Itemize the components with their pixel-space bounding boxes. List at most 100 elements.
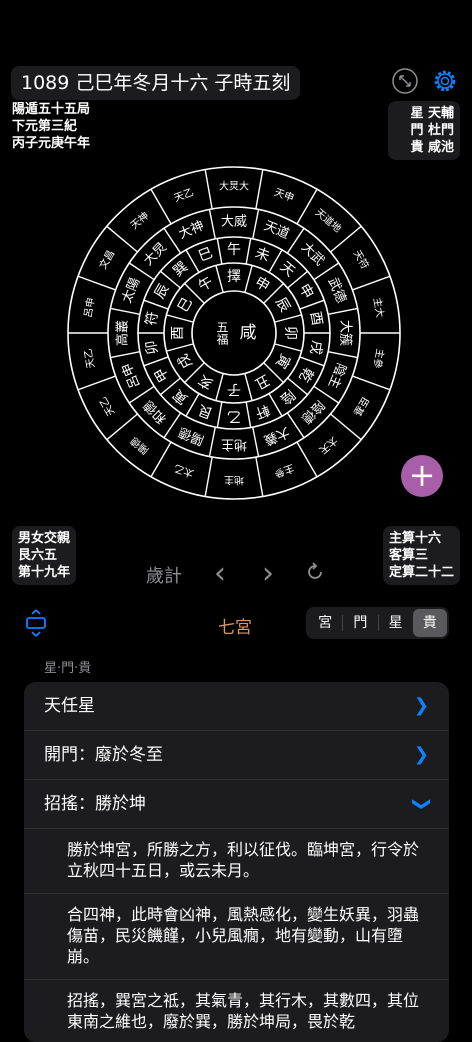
ring1-label: 寅 [272,351,294,372]
refresh-icon [308,562,322,579]
suan-info: 主算十六 客算三 定算二十二 [382,526,460,585]
ring3-label: 陰主 [325,361,349,391]
description-paragraph: 勝於坤宮，所勝之方，利以征伐。臨坤宮，行令於立秋四十五日，或云未月。 [24,829,449,894]
wheel-divider [330,413,362,441]
list-item[interactable]: 天任星 ❯ [24,682,449,731]
wheel-divider [255,456,264,497]
ring2-label: 寅 [170,386,192,408]
ring2-label: 乾 [295,364,316,384]
year-line: 第十九年 [18,565,71,580]
segment-gate[interactable]: 門 [343,609,377,637]
fixed-count: 定算二十二 [388,565,454,580]
list-item[interactable]: 開門：廢於冬至 ❯ [24,731,449,780]
ring1-label: 申 [252,274,272,295]
wheel-divider [110,307,140,315]
settings-button[interactable] [431,67,459,99]
list-item-label: 開門：廢於冬至 [44,745,163,765]
wheel-divider [244,373,253,401]
expand-button[interactable] [391,67,419,99]
wheel-divider [204,456,213,497]
center-label: 咸 [240,323,257,343]
segment-noble[interactable]: 貴 [412,609,447,637]
wheel-divider [216,401,223,428]
ring4-label: 天符 [351,248,372,272]
add-button[interactable]: + [401,455,443,497]
ring3-label: 大簇 [338,320,353,346]
taiyi-wheel-chart[interactable]: 擇申辰卯寅丑子亥戌酉巳午午 未天申酉戌乾陰軒乙艮寅甲卯符辰巽巳大威 天道大武武德大簇… [64,165,404,505]
wheel-divider [296,441,318,478]
ring4-label: 天乙 [82,348,97,370]
segment-star[interactable]: 星 [379,609,413,637]
ring3-label: 陽德 [177,424,207,448]
category-segmented-control[interactable]: 宮 門 星 貴 [306,607,449,639]
chevron-right-icon: ❯ [413,744,429,765]
ring3-label: 太陽 [120,276,144,306]
wheel-divider [244,265,253,293]
ring1-label: 戌 [175,351,196,371]
ring3-label: 高叢 [115,320,131,346]
ring1-label: 亥 [196,371,216,392]
ring1-label: 午 [196,274,216,295]
ring2-label: 天 [277,259,298,280]
ring4-label: 主參 [371,348,387,370]
ring4-label: 天申 [273,185,296,204]
star-line: 星 天輔 [410,106,454,121]
wheel-divider [106,413,138,441]
ring4-label: 天乙 [172,186,195,204]
wheel-divider [352,275,391,291]
ring2-label: 乙 [227,408,241,424]
wheel-divider [245,238,252,265]
description-paragraph: 招搖，巽宮之祗，其氣青，其行木，其數四，其位東南之維也，廢於巽，勝於坤局，畏於乾 [67,991,420,1031]
palace-label: 七宮 [218,618,252,638]
wheel-divider [143,356,169,367]
segment-palace[interactable]: 宮 [308,609,342,637]
ring1-label: 擇 [227,269,241,285]
ju-line: 陽遁五十五局 [12,102,91,117]
ring2-label: 辰 [152,281,173,301]
layout-toggle-button[interactable] [24,609,48,641]
wheel-divider [216,238,223,265]
ring2-label: 酉 [307,310,325,327]
ring4-label: 太乙 [172,462,195,481]
host-count: 主算十六 [388,531,441,546]
prev-button[interactable]: ‹ [214,556,226,591]
ju-info: 陽遁五十五局 下元第三紀 丙子元庚午年 [12,101,90,152]
ring2-label: 巳 [196,245,215,265]
ring3-label: 大神 [177,219,207,243]
noble-line: 貴 咸池 [410,140,454,155]
list-item[interactable]: 招搖：勝於坤 ❯ [24,780,449,829]
ji-line: 下元第三紀 [12,119,78,134]
gate-line: 門 杜門 [410,123,454,138]
ring4-label: 地主 [224,474,244,487]
wheel-divider [215,373,224,401]
ring2-label: 卯 [143,339,161,356]
wheel-divider [245,401,252,428]
ring2-label: 艮 [196,401,215,421]
ring2-label: 戌 [307,339,325,356]
ring4-label: 主參 [273,462,296,481]
reset-button[interactable] [304,561,326,587]
wheel-divider [150,188,172,225]
ring3-label: 天道 [262,219,292,243]
wheel-divider [110,351,140,359]
guest-count: 客算三 [388,548,428,563]
wheel-divider [328,351,358,359]
list-item-label: 天任星 [44,696,95,716]
ring4-label: 陽德 [128,434,152,457]
ring3-label: 武德 [325,276,349,306]
ring3-label: 大義 [262,424,292,449]
ring2-label: 陰 [277,386,298,407]
ring2-label: 午 [227,242,241,258]
yuan-line: 丙子元庚午年 [12,136,91,151]
wheel-divider [208,209,216,239]
wheel-ring [191,290,277,376]
period-label[interactable]: 歲計 [146,562,182,588]
ring4-label: 天神 [128,209,152,232]
ring4-label: 文昌 [96,248,117,272]
wheel-divider [328,307,358,315]
wheel-divider [215,265,224,293]
description-paragraph: 合四神，此時會凶神，風熱感化，變生妖異，羽蟲傷苗，民災饑饉，小兒風癇，地有變動，… [24,894,449,980]
wheel-divider [299,299,325,310]
next-button[interactable]: › [262,556,274,591]
chevron-down-icon: ❯ [411,796,433,812]
